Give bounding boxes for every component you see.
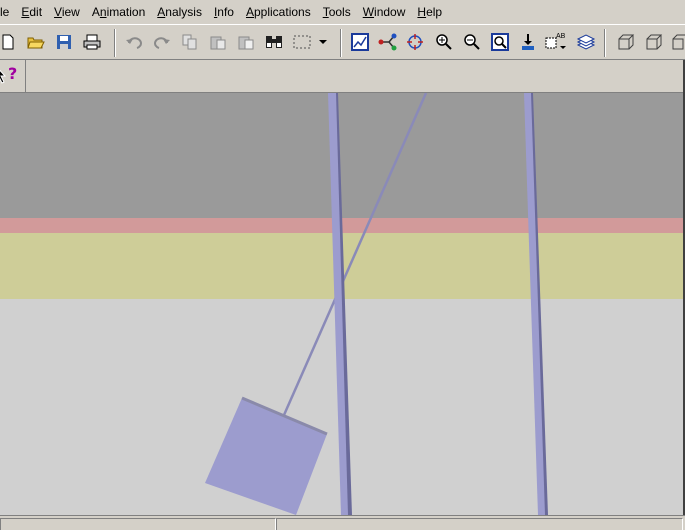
help-question-mark: ? — [8, 64, 18, 83]
branch-icon[interactable] — [376, 30, 400, 54]
find-icon[interactable] — [262, 30, 286, 54]
zoom-out-icon[interactable] — [460, 30, 484, 54]
menubar: le Edit View Animation Analysis Info Applicati… — [0, 0, 685, 24]
menu-tools[interactable]: Tools — [317, 0, 357, 24]
label-ab-icon[interactable]: AB — [544, 30, 568, 54]
paste-icon[interactable] — [206, 30, 230, 54]
new-file-icon[interactable] — [0, 30, 20, 54]
toolbar-separator — [604, 29, 606, 57]
menu-applications[interactable]: Applications — [240, 0, 317, 24]
print-icon[interactable] — [80, 30, 104, 54]
pendulum-rope — [282, 93, 428, 416]
transform-icon[interactable] — [404, 30, 428, 54]
menu-analysis[interactable]: Analysis — [151, 0, 208, 24]
undo-icon[interactable] — [122, 30, 146, 54]
zoom-fit-icon[interactable] — [488, 30, 512, 54]
cube-iso-icon[interactable] — [642, 30, 666, 54]
menu-info[interactable]: Info — [208, 0, 240, 24]
menu-le[interactable]: le — [0, 0, 15, 24]
status-pane-left — [0, 518, 276, 530]
scene-canvas — [205, 93, 548, 515]
paste-special-icon[interactable] — [234, 30, 258, 54]
dropdown-arrow-icon[interactable] — [312, 30, 334, 54]
redo-icon[interactable] — [150, 30, 174, 54]
zoom-in-icon[interactable] — [432, 30, 456, 54]
status-pane-right — [276, 518, 683, 530]
move-down-icon[interactable] — [516, 30, 540, 54]
menu-view[interactable]: View — [48, 0, 86, 24]
secondary-toolbar: ? — [0, 60, 685, 93]
label-ab-text: AB — [556, 33, 566, 40]
main-toolbar: AB — [0, 24, 685, 60]
graph-icon[interactable] — [348, 30, 372, 54]
pendulum-block[interactable] — [205, 398, 327, 515]
context-help-button[interactable]: ? — [0, 60, 26, 92]
toolbar-separator — [114, 29, 116, 57]
cube-front-icon[interactable] — [614, 30, 638, 54]
toolbar-separator — [340, 29, 342, 57]
animation-viewport[interactable] — [0, 93, 685, 515]
menu-window[interactable]: Window — [357, 0, 412, 24]
open-folder-icon[interactable] — [24, 30, 48, 54]
status-bar — [0, 515, 685, 530]
select-region-icon[interactable] — [290, 30, 314, 54]
save-icon[interactable] — [52, 30, 76, 54]
cube-side-icon[interactable] — [668, 30, 685, 54]
copy-icon[interactable] — [178, 30, 202, 54]
layers-icon[interactable] — [574, 30, 598, 54]
menu-animation[interactable]: Animation — [86, 0, 151, 24]
menu-edit[interactable]: Edit — [15, 0, 48, 24]
menu-help[interactable]: Help — [411, 0, 448, 24]
